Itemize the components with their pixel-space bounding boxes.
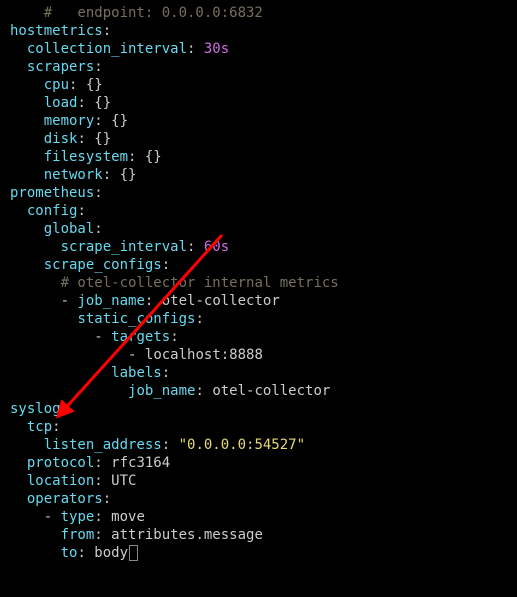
key-labels-job-name: job_name	[128, 383, 195, 399]
key-syslog: syslog	[10, 401, 61, 417]
val-filesystem: {}	[145, 149, 162, 165]
val-collection-interval: 30s	[204, 41, 229, 57]
val-disk: {}	[94, 131, 111, 147]
key-cpu: cpu	[44, 77, 69, 93]
val-from: attributes.message	[111, 527, 263, 543]
key-protocol: protocol	[27, 455, 94, 471]
val-network: {}	[120, 167, 137, 183]
val-memory: {}	[111, 113, 128, 129]
val-job-name: otel-collector	[162, 293, 280, 309]
key-collection-interval: collection_interval	[27, 41, 187, 57]
val-target: localhost:8888	[145, 347, 263, 363]
key-scrapers: scrapers	[27, 59, 94, 75]
val-cpu: {}	[86, 77, 103, 93]
val-load: {}	[94, 95, 111, 111]
key-disk: disk	[44, 131, 78, 147]
key-tcp: tcp	[27, 419, 52, 435]
key-filesystem: filesystem	[44, 149, 128, 165]
comment-scrape: # otel-collector internal metrics	[61, 275, 339, 291]
key-network: network	[44, 167, 103, 183]
key-from: from	[61, 527, 95, 543]
key-static-configs: static_configs	[77, 311, 195, 327]
val-scrape-interval: 60s	[204, 239, 229, 255]
key-listen-address: listen_address	[44, 437, 162, 453]
key-hostmetrics: hostmetrics	[10, 23, 103, 39]
key-labels: labels	[111, 365, 162, 381]
key-operators: operators	[27, 491, 103, 507]
val-location: UTC	[111, 473, 136, 489]
val-protocol: rfc3164	[111, 455, 170, 471]
key-load: load	[44, 95, 78, 111]
key-type: type	[61, 509, 95, 525]
key-scrape-interval: scrape_interval	[61, 239, 187, 255]
text-cursor	[129, 545, 138, 561]
key-location: location	[27, 473, 94, 489]
val-type: move	[111, 509, 145, 525]
key-to: to	[61, 545, 78, 561]
comment-line: # endpoint: 0.0.0.0:6832	[44, 5, 263, 21]
key-config: config	[27, 203, 78, 219]
key-prometheus: prometheus	[10, 185, 94, 201]
yaml-code-block: # endpoint: 0.0.0.0:6832 hostmetrics: co…	[0, 0, 517, 566]
val-to: body	[94, 545, 128, 561]
key-memory: memory	[44, 113, 95, 129]
key-targets: targets	[111, 329, 170, 345]
val-labels-job-name: otel-collector	[212, 383, 330, 399]
key-scrape-configs: scrape_configs	[44, 257, 162, 273]
key-job-name: job_name	[77, 293, 144, 309]
key-global: global	[44, 221, 95, 237]
val-listen-address: "0.0.0.0:54527"	[179, 437, 305, 453]
